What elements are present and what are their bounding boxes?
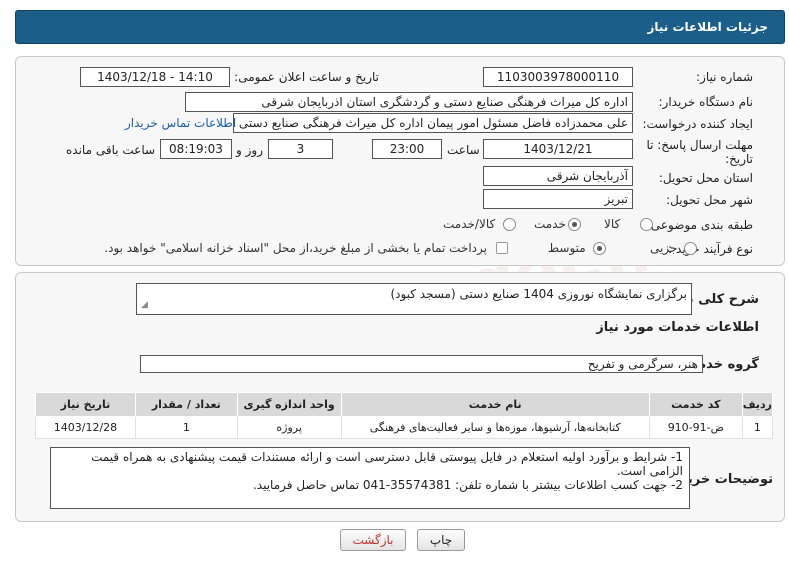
deadline-date-label: تاریخ: <box>725 152 753 166</box>
process-radio-minor[interactable] <box>684 242 697 255</box>
column-header-unit: واحد اندازه گیری <box>236 392 342 417</box>
buyer-name-label: نام دستگاه خریدار: <box>658 95 754 109</box>
cell-service-code: ض-91-910 <box>648 416 743 439</box>
service-group-field[interactable]: هنر، سرگرمی و تفریح <box>140 355 703 373</box>
cell-row-number: 1 <box>741 416 774 439</box>
buyer-notes-line-1: 1- شرایط و برآورد اولیه استعلام در فایل … <box>91 450 683 464</box>
buyer-name-field[interactable]: اداره کل میراث فرهنگی صنایع دستی و گردشگ… <box>185 92 633 112</box>
province-field[interactable]: آذربایجان شرقی <box>483 166 633 186</box>
announce-datetime-field[interactable]: 1403/12/18 - 14:10 <box>80 67 230 87</box>
category-option-goods-service: کالا/خدمت <box>443 217 496 231</box>
treasury-payment-note: پرداخت تمام یا بخشی از مبلغ خرید،از محل … <box>104 241 487 255</box>
city-field[interactable]: تبریز <box>483 189 633 209</box>
need-number-label: شماره نیاز: <box>696 70 753 84</box>
services-section-title: اطلاعات خدمات مورد نیاز <box>596 320 759 335</box>
need-info-panel <box>15 56 785 266</box>
process-radio-medium[interactable] <box>593 242 606 255</box>
buyer-notes-line-2: الزامی است. <box>616 464 683 478</box>
category-radio-goods-service[interactable] <box>503 218 516 231</box>
services-table: ردیف کد خدمت نام خدمت واحد اندازه گیری ت… <box>35 392 774 439</box>
column-header-service-code: کد خدمت <box>648 392 743 417</box>
cell-unit: پروژه <box>236 416 342 439</box>
cell-quantity: 1 <box>134 416 238 439</box>
process-type-label: نوع فرآیند خرید : <box>668 242 753 256</box>
remaining-days-field[interactable]: 3 <box>268 139 333 159</box>
back-button[interactable]: بازگشت <box>340 529 406 551</box>
print-button[interactable]: چاپ <box>417 529 465 551</box>
buyer-notes-field[interactable]: 1- شرایط و برآورد اولیه استعلام در فایل … <box>50 447 690 509</box>
deadline-date-field[interactable]: 1403/12/21 <box>483 139 633 159</box>
buyer-contact-link[interactable]: اطلاعات تماس خریدار <box>125 116 236 130</box>
category-label: طبقه بندی موضوعی: <box>646 218 753 232</box>
summary-text: برگزاری نمایشگاه نوروزی 1404 صنایع دستی … <box>390 287 687 301</box>
column-header-row-number: ردیف <box>741 392 774 417</box>
category-option-service: خدمت <box>534 217 566 231</box>
process-option-minor: جزیی <box>650 241 678 255</box>
page-title: جزئیات اطلاعات نیاز <box>647 20 768 34</box>
need-number-field[interactable]: 1103003978000110 <box>483 67 633 87</box>
buyer-notes-line-3: 2- جهت کسب اطلاعات بیشتر با شماره تلفن: … <box>252 478 683 492</box>
page-header: جزئیات اطلاعات نیاز <box>15 10 785 44</box>
city-label: شهر محل تحویل: <box>666 193 753 207</box>
deadline-time-label: ساعت <box>447 143 480 157</box>
services-table-header: ردیف کد خدمت نام خدمت واحد اندازه گیری ت… <box>35 392 774 417</box>
cell-need-date: 1403/12/28 <box>35 416 136 439</box>
remaining-time-field[interactable]: 08:19:03 <box>160 139 232 159</box>
province-label: استان محل تحویل: <box>658 171 753 185</box>
treasury-payment-checkbox[interactable] <box>496 242 508 254</box>
cell-service-name: کتابخانه‌ها، آرشیوها، موزه‌ها و سایر فعا… <box>340 416 650 439</box>
announce-datetime-label: تاریخ و ساعت اعلان عمومی: <box>234 70 379 84</box>
remaining-time-label: ساعت باقی مانده <box>66 143 156 157</box>
category-radio-goods[interactable] <box>640 218 653 231</box>
resize-grip-icon[interactable]: ◢ <box>141 297 148 313</box>
remaining-days-label: روز و <box>236 143 263 157</box>
column-header-service-name: نام خدمت <box>340 392 650 417</box>
deadline-label: مهلت ارسال پاسخ: تا <box>646 138 753 152</box>
category-radio-service[interactable] <box>568 218 581 231</box>
column-header-quantity: تعداد / مقدار <box>134 392 238 417</box>
summary-field[interactable]: برگزاری نمایشگاه نوروزی 1404 صنایع دستی … <box>136 283 692 315</box>
request-creator-label: ایجاد کننده درخواست: <box>642 117 753 131</box>
column-header-need-date: تاریخ نیاز <box>35 392 136 417</box>
deadline-time-field[interactable]: 23:00 <box>372 139 442 159</box>
table-row[interactable]: 1 ض-91-910 کتابخانه‌ها، آرشیوها، موزه‌ها… <box>35 416 774 439</box>
category-option-goods: کالا <box>604 217 621 231</box>
process-option-medium: متوسط <box>548 241 586 255</box>
request-creator-field[interactable]: علی محمدزاده فاضل مسئول امور پیمان اداره… <box>233 113 633 133</box>
